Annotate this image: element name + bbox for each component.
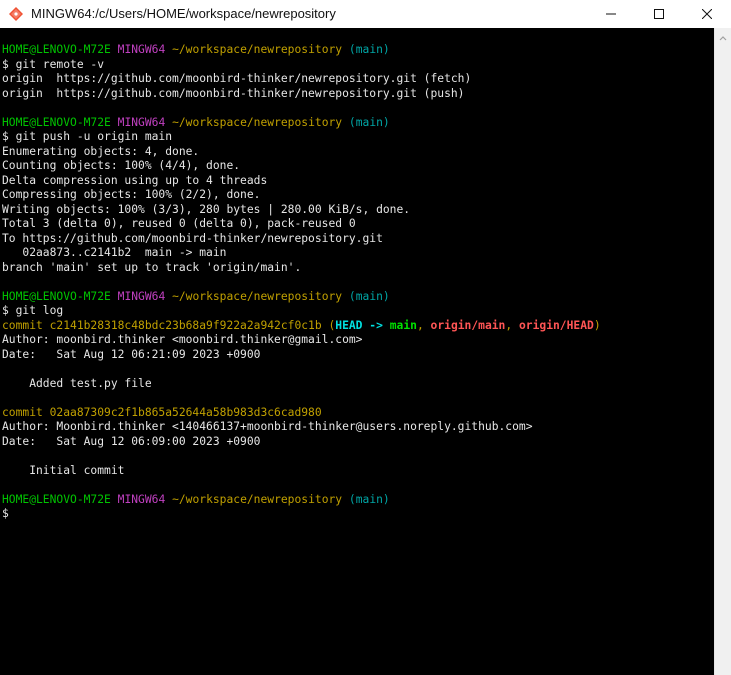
- prompt-branch: (main): [348, 289, 390, 303]
- output-line: Enumerating objects: 4, done.: [2, 144, 200, 158]
- minimize-icon: [606, 7, 616, 22]
- output-line: origin https://github.com/moonbird-think…: [2, 72, 472, 85]
- window-title: MINGW64:/c/Users/HOME/workspace/newrepos…: [31, 6, 336, 21]
- git-bash-window: MINGW64:/c/Users/HOME/workspace/newrepos…: [0, 0, 731, 675]
- prompt-user-host: HOME@LENOVO-M72E: [2, 289, 111, 303]
- output-line: Compressing objects: 100% (2/2), done.: [2, 188, 261, 201]
- ref-head: HEAD: [335, 318, 363, 332]
- output-line: branch 'main' set up to track 'origin/ma…: [2, 260, 302, 274]
- ref-origin-head: origin/HEAD: [518, 318, 594, 332]
- refs-open: (: [321, 318, 336, 332]
- prompt-line: HOME@LENOVO-M72E MINGW64 ~/workspace/new…: [2, 290, 714, 305]
- prompt-msystem: MINGW64: [117, 492, 166, 506]
- ref-main: main: [389, 318, 417, 332]
- scroll-up-arrow-icon: [719, 28, 727, 46]
- scroll-up-button[interactable]: [715, 28, 731, 45]
- output-line: Delta compression using up to 4 threads: [2, 173, 268, 187]
- command-line: $ git remote -v: [2, 57, 105, 71]
- git-bash-icon: [8, 6, 24, 22]
- refs-close: ): [593, 318, 601, 332]
- output-line: 02aa873..c2141b2 main -> main: [2, 246, 227, 259]
- output-line: Counting objects: 100% (4/4), done.: [2, 159, 241, 172]
- date-line: Date: Sat Aug 12 06:09:00 2023 +0900: [2, 434, 261, 448]
- ref-origin-main: origin/main: [430, 318, 506, 332]
- commit-line: commit 02aa87309c2f1b865a52644a58b983d3c…: [2, 406, 714, 421]
- prompt-msystem: MINGW64: [117, 289, 166, 303]
- ref-separator: ,: [505, 318, 519, 332]
- maximize-button[interactable]: [636, 0, 682, 28]
- prompt-line: HOME@LENOVO-M72E MINGW64 ~/workspace/new…: [2, 493, 714, 508]
- prompt-user-host: HOME@LENOVO-M72E: [2, 115, 111, 129]
- prompt-branch: (main): [348, 115, 390, 129]
- prompt-msystem: MINGW64: [117, 43, 166, 56]
- terminal-output[interactable]: HOME@LENOVO-M72E MINGW64 ~/workspace/new…: [0, 28, 714, 675]
- close-button[interactable]: [684, 0, 730, 28]
- output-line: Total 3 (delta 0), reused 0 (delta 0), p…: [2, 217, 356, 230]
- prompt-line: HOME@LENOVO-M72E MINGW64 ~/workspace/new…: [2, 116, 714, 131]
- prompt-user-host: HOME@LENOVO-M72E: [2, 43, 111, 56]
- author-line: Author: Moonbird.thinker <140466137+moon…: [2, 420, 533, 433]
- ref-separator: ,: [416, 318, 431, 332]
- date-line: Date: Sat Aug 12 06:21:09 2023 +0900: [2, 347, 261, 361]
- vertical-scrollbar[interactable]: [714, 28, 731, 675]
- input-line[interactable]: $: [2, 507, 714, 522]
- commit-message: Initial commit: [2, 463, 125, 477]
- title-bar[interactable]: MINGW64:/c/Users/HOME/workspace/newrepos…: [0, 0, 731, 28]
- prompt-path: ~/workspace/newrepository: [172, 115, 343, 129]
- author-line: Author: moonbird.thinker <moonbird.think…: [2, 333, 363, 346]
- maximize-icon: [654, 7, 664, 22]
- prompt-user-host: HOME@LENOVO-M72E: [2, 492, 111, 506]
- ref-arrow: ->: [362, 318, 390, 332]
- commit-message: Added test.py file: [2, 376, 152, 390]
- command-line: $ git push -u origin main: [2, 130, 173, 143]
- final-prompt: $: [2, 507, 9, 520]
- output-line: Writing objects: 100% (3/3), 280 bytes |…: [2, 202, 411, 216]
- commit-hash: commit c2141b28318c48bdc23b68a9f922a2a94…: [2, 318, 322, 332]
- output-line: To https://github.com/moonbird-thinker/n…: [2, 231, 383, 245]
- prompt-branch: (main): [348, 492, 390, 506]
- command-line: $ git log: [2, 304, 64, 317]
- commit-hash: commit 02aa87309c2f1b865a52644a58b983d3c…: [2, 405, 322, 419]
- prompt-line: HOME@LENOVO-M72E MINGW64 ~/workspace/new…: [2, 43, 714, 58]
- close-icon: [701, 7, 713, 22]
- prompt-path: ~/workspace/newrepository: [172, 492, 343, 506]
- output-line: origin https://github.com/moonbird-think…: [2, 86, 465, 100]
- prompt-path: ~/workspace/newrepository: [172, 289, 343, 303]
- prompt-msystem: MINGW64: [117, 115, 166, 129]
- commit-line: commit c2141b28318c48bdc23b68a9f922a2a94…: [2, 319, 714, 334]
- minimize-button[interactable]: [588, 0, 634, 28]
- prompt-path: ~/workspace/newrepository: [172, 43, 343, 56]
- prompt-branch: (main): [348, 43, 390, 56]
